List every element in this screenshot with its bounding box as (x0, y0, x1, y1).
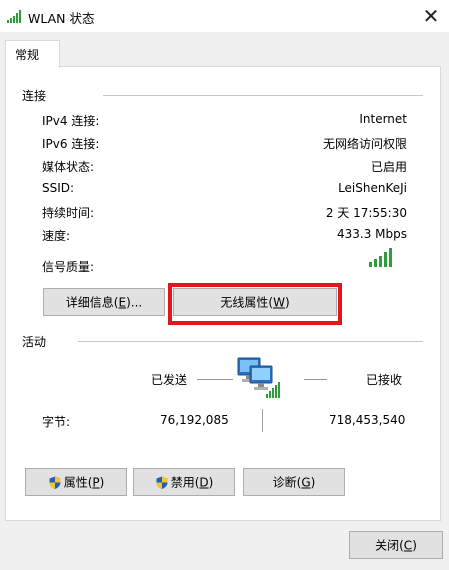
media-state-label: 媒体状态: (42, 160, 95, 174)
ipv4-label: IPv4 连接: (42, 114, 100, 128)
wifi-signal-icon (7, 10, 21, 23)
close-button[interactable]: 关闭(C) (349, 531, 443, 559)
speed-label: 速度: (42, 229, 71, 243)
tab-general-label: 常规 (15, 48, 40, 62)
highlight-box (168, 283, 342, 325)
signal-strength-icon (369, 248, 392, 267)
ipv6-value: 无网络访问权限 (322, 137, 407, 151)
sent-label: 已发送 (151, 373, 188, 387)
ipv6-label: IPv6 连接: (42, 137, 100, 151)
ssid-value: LeiShenKeJi (338, 181, 407, 195)
uac-shield-icon (156, 476, 168, 489)
details-button[interactable]: 详细信息(E)... (43, 288, 165, 316)
diagnose-button[interactable]: 诊断(G) (243, 468, 345, 496)
tab-general[interactable]: 常规 (5, 40, 60, 68)
connection-divider (103, 95, 423, 96)
bytes-label: 字节: (42, 415, 71, 429)
connection-section-label: 连接 (22, 89, 47, 103)
window-title: WLAN 状态 (28, 11, 95, 26)
title-bar: WLAN 状态 ✕ (0, 0, 449, 32)
signal-quality-label: 信号质量: (42, 260, 95, 274)
bytes-separator (262, 409, 263, 432)
uac-shield-icon (49, 476, 61, 489)
activity-section-label: 活动 (22, 335, 47, 349)
bytes-received-value: 718,453,540 (329, 413, 406, 427)
media-state-value: 已启用 (370, 160, 407, 174)
activity-divider (78, 341, 423, 342)
ssid-label: SSID: (42, 181, 75, 195)
received-line (304, 379, 327, 380)
network-computers-icon (237, 357, 280, 398)
close-window-button[interactable]: ✕ (417, 2, 445, 30)
sent-line (197, 379, 233, 380)
duration-label: 持续时间: (42, 206, 95, 220)
ipv4-value: Internet (359, 112, 407, 126)
disable-button[interactable]: 禁用(D) (133, 468, 235, 496)
properties-button[interactable]: 属性(P) (25, 468, 127, 496)
speed-value: 433.3 Mbps (336, 227, 407, 241)
received-label: 已接收 (366, 373, 403, 387)
duration-value: 2 天 17:55:30 (325, 206, 407, 220)
bytes-sent-value: 76,192,085 (160, 413, 229, 427)
